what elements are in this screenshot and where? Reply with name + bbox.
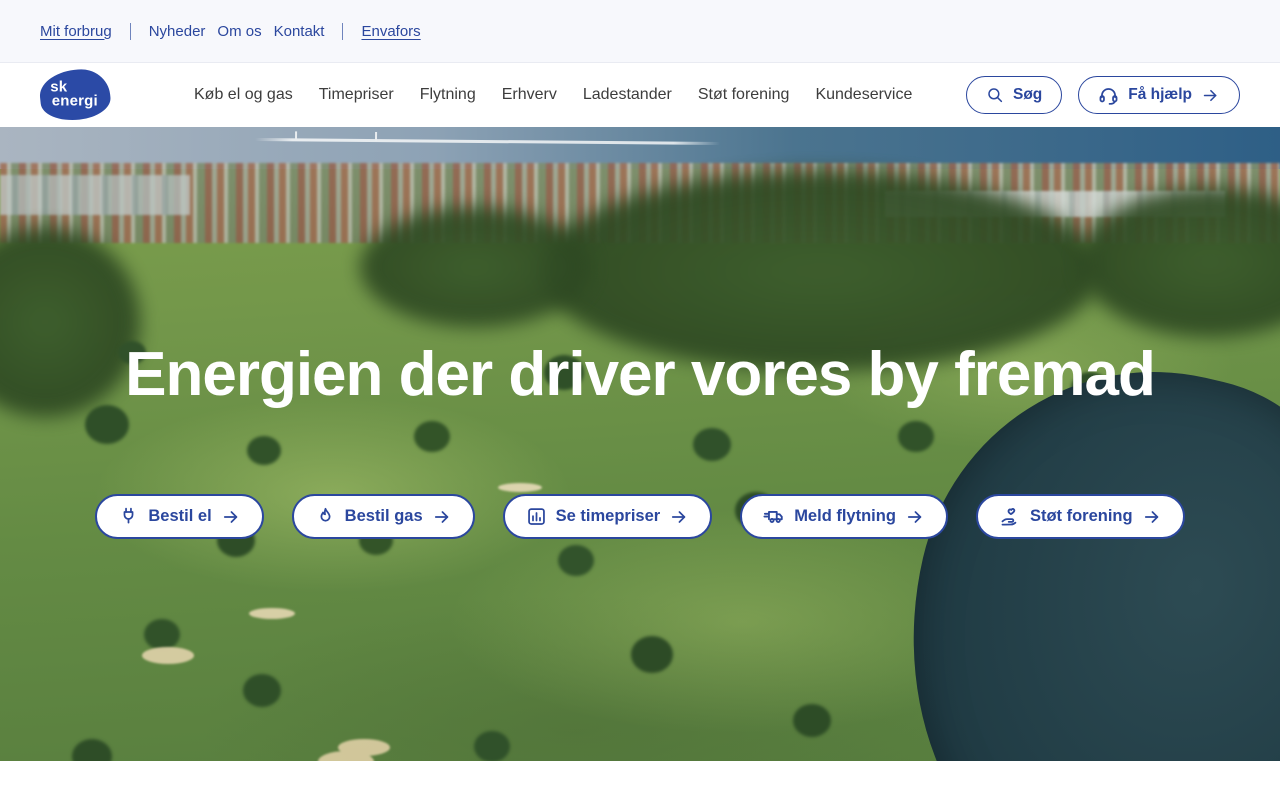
- hero-quick-actions: Bestil el Bestil gas Se timepriser Meld …: [0, 494, 1280, 539]
- logo-line2: energi: [51, 92, 98, 110]
- bestil-el-label: Bestil el: [148, 507, 212, 525]
- bottom-white-strip: [0, 761, 1280, 799]
- link-kontakt[interactable]: Kontakt: [274, 23, 325, 40]
- link-nyheder[interactable]: Nyheder: [149, 23, 206, 40]
- sk-energi-logo[interactable]: sk energi: [37, 66, 113, 124]
- get-help-button[interactable]: Få hjælp: [1078, 76, 1240, 114]
- search-button-label: Søg: [1012, 86, 1043, 103]
- arrow-right-icon: [434, 510, 448, 523]
- se-timepriser-label: Se timepriser: [555, 507, 661, 525]
- arrow-right-icon: [223, 510, 237, 523]
- arrow-right-icon: [907, 510, 922, 523]
- arrow-right-icon: [1144, 510, 1158, 523]
- hand-heart-icon: [1001, 507, 1017, 526]
- flame-icon: [320, 507, 331, 522]
- search-icon: [988, 88, 1003, 103]
- arrow-right-icon: [1203, 89, 1217, 101]
- hero-section: Energien der driver vores by fremad Best…: [0, 127, 1280, 761]
- meld-flytning-button[interactable]: Meld flytning: [740, 494, 948, 539]
- main-navbar: sk energi Køb el og gas Timepriser Flytn…: [0, 63, 1280, 127]
- nav-item-erhverv[interactable]: Erhverv: [502, 86, 557, 104]
- nav-item-kob-el-og-gas[interactable]: Køb el og gas: [194, 86, 293, 104]
- stot-forening-label: Støt forening: [1029, 507, 1133, 525]
- get-help-button-label: Få hjælp: [1128, 86, 1192, 103]
- link-envafors[interactable]: Envafors: [361, 23, 420, 40]
- bestil-el-button[interactable]: Bestil el: [95, 494, 264, 539]
- bestil-gas-button[interactable]: Bestil gas: [291, 494, 475, 539]
- sand-bunkers: [142, 647, 194, 664]
- primary-nav: Køb el og gas Timepriser Flytning Erhver…: [194, 86, 912, 104]
- link-om-os[interactable]: Om os: [217, 23, 261, 40]
- se-timepriser-button[interactable]: Se timepriser: [502, 494, 713, 539]
- nav-item-stot-forening[interactable]: Støt forening: [698, 86, 790, 104]
- forest-patch: [360, 207, 590, 327]
- utility-links: Mit forbrug Nyheder Om os Kontakt Envafo…: [40, 22, 421, 40]
- truck-icon: [763, 510, 783, 523]
- nav-item-timepriser[interactable]: Timepriser: [319, 86, 394, 104]
- nav-item-kundeservice[interactable]: Kundeservice: [815, 86, 912, 104]
- bar-chart-icon: [527, 508, 545, 525]
- hero-title: Energien der driver vores by fremad: [125, 340, 1156, 409]
- nav-item-flytning[interactable]: Flytning: [420, 86, 476, 104]
- arrow-right-icon: [672, 510, 686, 523]
- meld-flytning-label: Meld flytning: [794, 507, 896, 525]
- topbar-divider: [342, 22, 344, 40]
- hero-aerial-photo: [0, 127, 1280, 761]
- headset-icon: [1099, 87, 1118, 105]
- bestil-gas-label: Bestil gas: [344, 507, 423, 525]
- plug-icon: [123, 507, 134, 524]
- stot-forening-button[interactable]: Støt forening: [975, 494, 1185, 539]
- search-button[interactable]: Søg: [965, 76, 1063, 114]
- utility-bar: Mit forbrug Nyheder Om os Kontakt Envafo…: [0, 0, 1280, 63]
- topbar-divider: [129, 22, 131, 40]
- nav-item-ladestander[interactable]: Ladestander: [583, 86, 672, 104]
- link-mit-forbrug[interactable]: Mit forbrug: [40, 23, 112, 40]
- nav-actions: Søg Få hjælp: [965, 76, 1240, 114]
